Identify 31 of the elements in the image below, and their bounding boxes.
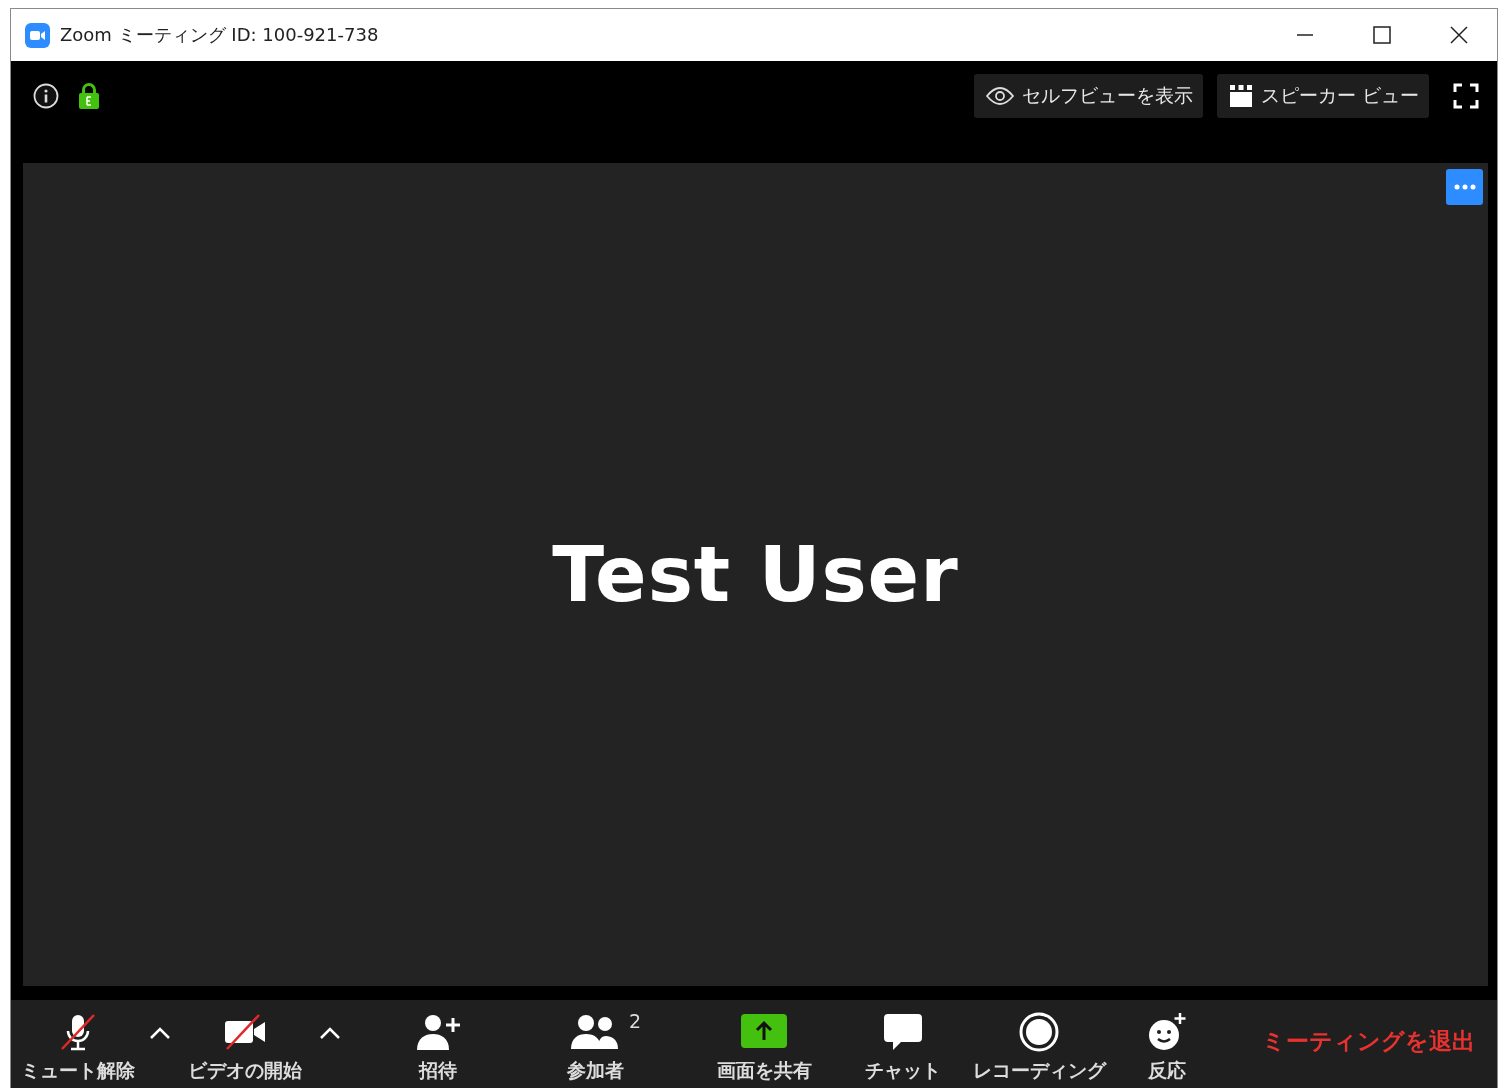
app-logo-icon (25, 22, 50, 48)
add-emoji-icon (1147, 1012, 1187, 1052)
fullscreen-icon[interactable] (1453, 83, 1479, 109)
close-icon[interactable] (1449, 26, 1468, 44)
toolbar-button[interactable]: 画面を共有 (716, 1004, 812, 1084)
window-title: Zoom ミーティング ID: 100-921-738 (60, 23, 380, 47)
share-screen-icon (741, 1014, 787, 1050)
speaker-view-button[interactable]: スピーカー ビュー (1216, 74, 1429, 118)
more-button[interactable] (1446, 169, 1483, 205)
toolbar-button[interactable]: ビデオの開始 (188, 1004, 302, 1084)
toolbar-button[interactable]: チャット (865, 1004, 941, 1084)
leave-meeting-button[interactable]: ミーティングを退出 (1256, 1024, 1481, 1058)
speaker-view-icon (1228, 84, 1253, 108)
self-view-button[interactable]: セルフビューを表示 (973, 74, 1203, 118)
toolbar-button[interactable]: 招待 (414, 1004, 461, 1084)
info-icon[interactable] (33, 83, 59, 109)
toolbar-button[interactable]: 反応 (1147, 1004, 1187, 1084)
toolbar-button[interactable]: ミュート解除 (21, 1004, 135, 1084)
record-icon (1019, 1012, 1059, 1052)
more-icon (1453, 184, 1476, 190)
participant-name: Test User (552, 530, 959, 619)
eye-icon (985, 87, 1014, 105)
toolbar-button[interactable]: レコーディング (972, 1004, 1106, 1084)
add-person-icon (414, 1012, 461, 1052)
lock-icon[interactable] (79, 83, 99, 109)
maximize-icon[interactable] (1372, 26, 1391, 44)
caret-icon[interactable] (319, 1027, 341, 1039)
participant-count: 2 (628, 1010, 641, 1032)
caret-icon[interactable] (149, 1027, 171, 1039)
people-icon (571, 1013, 619, 1051)
chat-bubble-icon (883, 1012, 923, 1052)
